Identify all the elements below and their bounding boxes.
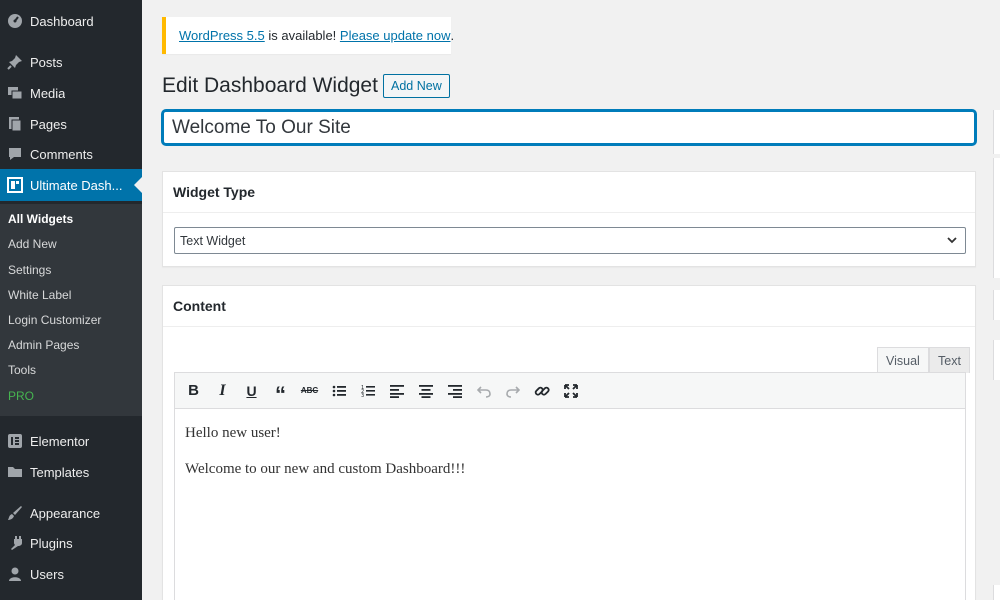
redo-icon[interactable] bbox=[498, 377, 527, 405]
widget-type-selected: Text Widget bbox=[180, 233, 246, 248]
side-panel-edge bbox=[993, 585, 1000, 600]
user-icon bbox=[0, 566, 30, 582]
active-indicator bbox=[134, 177, 142, 193]
italic-icon[interactable]: I bbox=[208, 377, 237, 405]
submenu-item-admin-pages[interactable]: Admin Pages bbox=[8, 338, 79, 352]
editor-toolbar: B I U “ ABC 123 bbox=[174, 372, 966, 409]
tab-visual[interactable]: Visual bbox=[877, 347, 929, 373]
editor-content-area[interactable]: Hello new user! Welcome to our new and c… bbox=[174, 409, 966, 600]
update-now-link[interactable]: Please update now bbox=[340, 28, 451, 43]
elementor-icon bbox=[0, 433, 30, 449]
pages-icon bbox=[0, 116, 30, 132]
submenu-item-tools[interactable]: Tools bbox=[8, 363, 36, 377]
widget-title-input[interactable] bbox=[162, 110, 976, 145]
content-heading: Content bbox=[163, 286, 975, 327]
editor-paragraph: Hello new user! bbox=[185, 425, 281, 441]
sidebar-item-label: Ultimate Dash... bbox=[30, 177, 123, 193]
undo-icon[interactable] bbox=[469, 377, 498, 405]
widget-type-heading: Widget Type bbox=[163, 172, 975, 213]
sidebar-item-ultimate-dashboard[interactable]: Ultimate Dash... bbox=[0, 169, 142, 201]
sidebar-item-plugins[interactable]: Plugins bbox=[0, 528, 142, 558]
media-icon bbox=[0, 85, 30, 101]
align-left-icon[interactable] bbox=[382, 377, 411, 405]
sidebar-item-label: Pages bbox=[30, 116, 67, 132]
link-icon[interactable] bbox=[527, 377, 556, 405]
widget-type-box: Widget Type Text Widget bbox=[162, 171, 976, 267]
numbered-list-icon[interactable]: 123 bbox=[353, 377, 382, 405]
submenu-item-pro[interactable]: PRO bbox=[8, 389, 34, 403]
submenu-item-settings[interactable]: Settings bbox=[8, 263, 51, 277]
page-title: Edit Dashboard Widget bbox=[162, 74, 378, 97]
dashboard-icon bbox=[0, 13, 30, 29]
sidebar-item-label: Templates bbox=[30, 464, 90, 480]
widget-icon bbox=[0, 177, 30, 193]
widget-type-select[interactable]: Text Widget bbox=[174, 227, 966, 254]
comments-icon bbox=[0, 146, 30, 162]
plug-icon bbox=[0, 535, 30, 551]
chevron-down-icon bbox=[946, 233, 958, 250]
sidebar-item-media[interactable]: Media bbox=[0, 78, 142, 108]
sidebar-item-label: Plugins bbox=[30, 535, 73, 551]
submenu-item-add-new[interactable]: Add New bbox=[8, 237, 57, 251]
sidebar-item-label: Dashboard bbox=[30, 13, 94, 29]
bullet-list-icon[interactable] bbox=[324, 377, 353, 405]
side-panel-edge bbox=[993, 340, 1000, 380]
sidebar-item-dashboard[interactable]: Dashboard bbox=[0, 6, 142, 36]
sidebar-item-pages[interactable]: Pages bbox=[0, 109, 142, 139]
sidebar-item-label: Posts bbox=[30, 54, 63, 70]
side-panel-edge bbox=[993, 290, 1000, 320]
sidebar-item-posts[interactable]: Posts bbox=[0, 47, 142, 77]
sidebar-item-label: Users bbox=[30, 566, 64, 582]
blockquote-icon[interactable]: “ bbox=[266, 377, 295, 405]
sidebar-submenu: All Widgets Add New Settings White Label… bbox=[0, 204, 142, 416]
editor-paragraph: Welcome to our new and custom Dashboard!… bbox=[185, 461, 466, 477]
sidebar-item-appearance[interactable]: Appearance bbox=[0, 498, 142, 528]
update-notice: WordPress 5.5 is available! Please updat… bbox=[162, 17, 454, 54]
align-center-icon[interactable] bbox=[411, 377, 440, 405]
wordpress-version-link[interactable]: WordPress 5.5 bbox=[179, 28, 265, 43]
admin-sidebar: Dashboard Posts Media Pages Comments Ult… bbox=[0, 0, 142, 600]
side-panel-edge bbox=[993, 110, 1000, 154]
sidebar-item-elementor[interactable]: Elementor bbox=[0, 426, 142, 456]
bold-icon[interactable]: B bbox=[179, 377, 208, 405]
submenu-item-all-widgets[interactable]: All Widgets bbox=[8, 212, 73, 226]
brush-icon bbox=[0, 505, 30, 521]
side-panel-edge bbox=[993, 158, 1000, 278]
sidebar-item-label: Elementor bbox=[30, 433, 90, 449]
folder-icon bbox=[0, 464, 30, 480]
submenu-item-white-label[interactable]: White Label bbox=[8, 288, 71, 302]
underline-icon[interactable]: U bbox=[237, 377, 266, 405]
sidebar-item-templates[interactable]: Templates bbox=[0, 457, 142, 487]
sidebar-item-label: Appearance bbox=[30, 505, 101, 521]
tab-text[interactable]: Text bbox=[929, 347, 970, 373]
strikethrough-icon[interactable]: ABC bbox=[295, 377, 324, 405]
notice-text: is available! bbox=[264, 28, 340, 43]
svg-text:3: 3 bbox=[361, 393, 364, 398]
sidebar-item-label: Media bbox=[30, 85, 66, 101]
sidebar-item-users[interactable]: Users bbox=[0, 559, 142, 589]
submenu-item-login-customizer[interactable]: Login Customizer bbox=[8, 313, 101, 327]
sidebar-item-label: Comments bbox=[30, 146, 93, 162]
pin-icon bbox=[0, 54, 30, 70]
align-right-icon[interactable] bbox=[440, 377, 469, 405]
add-new-button[interactable]: Add New bbox=[383, 74, 450, 98]
notice-period: . bbox=[450, 28, 455, 43]
fullscreen-icon[interactable] bbox=[556, 377, 585, 405]
content-box: Content Visual Text B I U “ ABC 123 Hell… bbox=[162, 285, 976, 600]
sidebar-item-comments[interactable]: Comments bbox=[0, 139, 142, 169]
